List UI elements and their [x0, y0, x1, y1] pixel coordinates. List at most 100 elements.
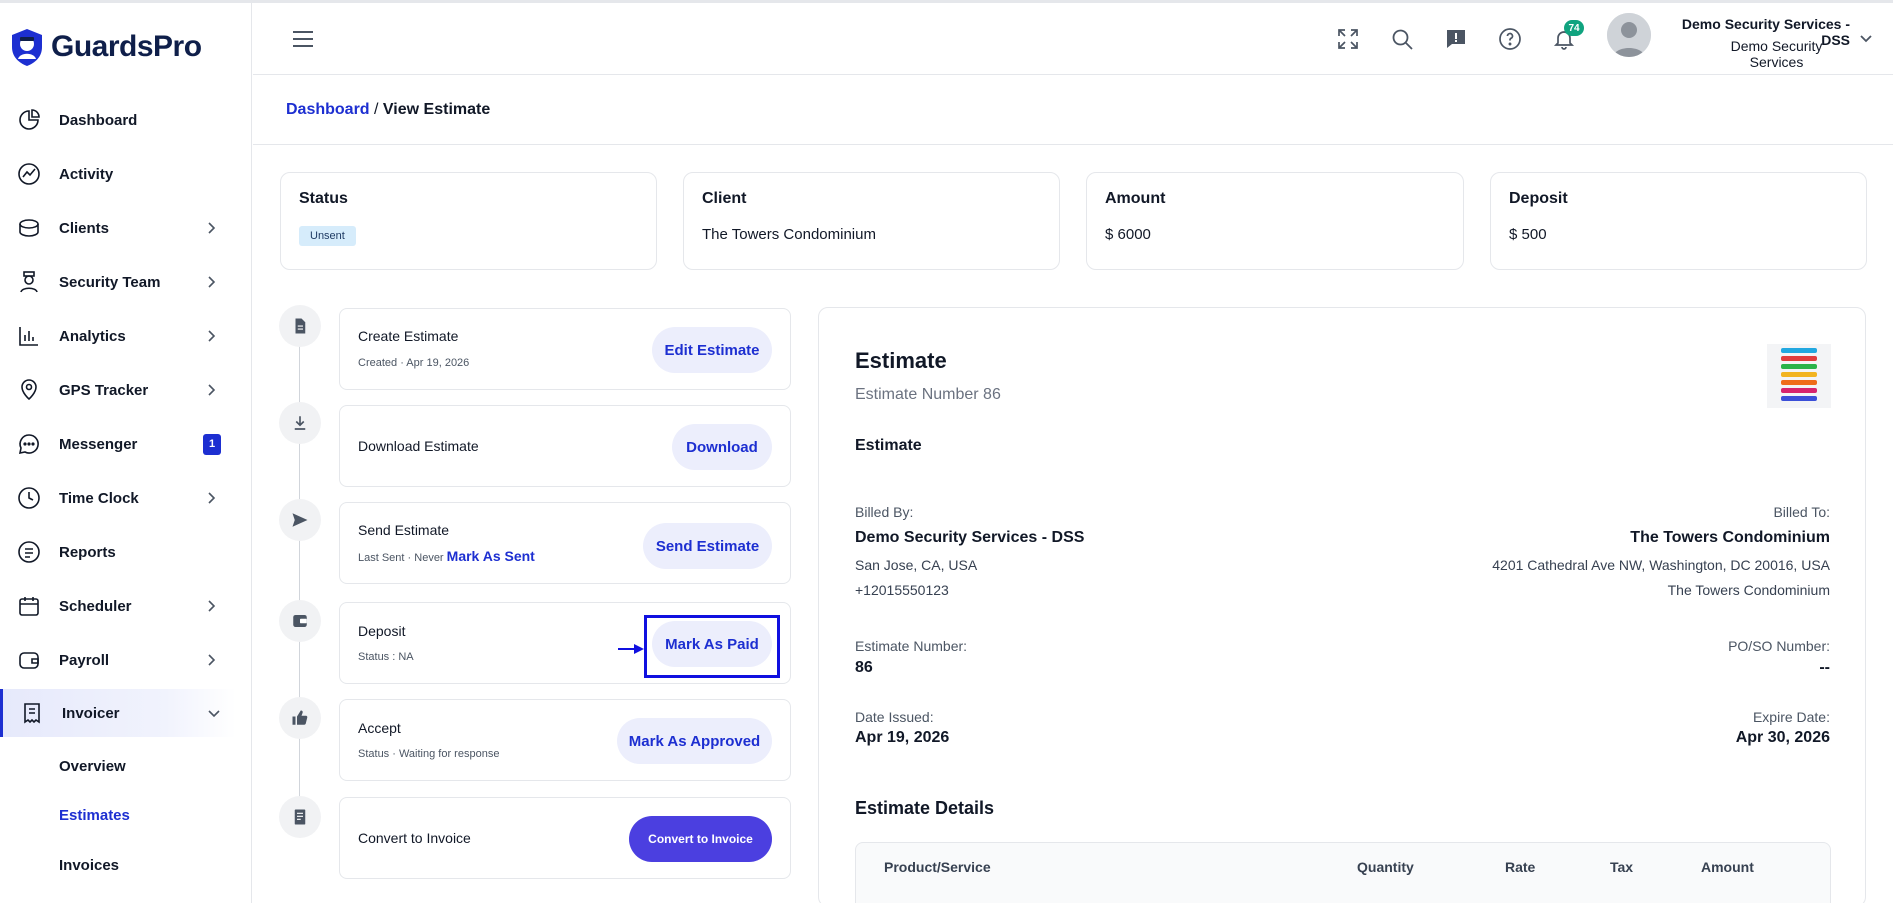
- send-estimate-button[interactable]: Send Estimate: [643, 523, 772, 569]
- chevron-right-icon: [208, 654, 216, 666]
- sidebar-item-label: Scheduler: [59, 597, 132, 615]
- step-create-estimate: Create Estimate Created · Apr 19, 2026 E…: [339, 308, 791, 390]
- billed-by-address: San Jose, CA, USA: [855, 557, 978, 573]
- card-title: Status: [299, 190, 348, 207]
- sidebar-item-reports[interactable]: Reports: [0, 530, 236, 574]
- breadcrumb: Dashboard / View Estimate: [286, 101, 490, 119]
- step-subtitle: Status : NA: [358, 651, 414, 663]
- chevron-right-icon: [208, 222, 216, 234]
- location-pin-icon: [16, 377, 42, 403]
- activity-icon: [16, 161, 42, 187]
- billed-to-label: Billed To:: [1773, 504, 1830, 520]
- step-send-estimate: Send Estimate Last Sent · Never Mark As …: [339, 502, 791, 584]
- sidebar-item-activity[interactable]: Activity: [0, 152, 236, 196]
- notification-count-badge: 74: [1564, 20, 1584, 36]
- arrow-right-icon: [618, 644, 644, 654]
- chevron-right-icon: [208, 492, 216, 504]
- billed-to-extra: The Towers Condominium: [1667, 582, 1830, 598]
- billed-by-name: Demo Security Services - DSS: [855, 529, 1085, 546]
- sidebar-item-label: Activity: [59, 165, 114, 183]
- step-download-estimate: Download Estimate Download: [339, 405, 791, 487]
- clock-icon: [16, 485, 42, 511]
- sidebar-item-messenger[interactable]: Messenger 1: [0, 422, 236, 466]
- table-header: Tax: [1610, 859, 1634, 875]
- sidebar-item-gps-tracker[interactable]: GPS Tracker: [0, 368, 236, 412]
- sidebar-item-label: Security Team: [59, 273, 161, 291]
- table-header: Quantity: [1357, 859, 1414, 875]
- feedback-icon[interactable]: [1442, 25, 1470, 53]
- sidebar-item-clients[interactable]: Clients: [0, 206, 236, 250]
- pie-chart-icon: [16, 107, 42, 133]
- send-icon: [279, 499, 321, 541]
- messenger-unread-badge: 1: [203, 433, 221, 455]
- estimate-details-table: Product/Service Quantity Rate Tax Amount: [855, 842, 1831, 903]
- status-badge: Unsent: [299, 226, 356, 246]
- calendar-icon: [16, 593, 42, 619]
- brand-logo[interactable]: GuardsPro: [9, 27, 202, 67]
- sidebar-item-payroll[interactable]: Payroll: [0, 638, 236, 682]
- step-subtitle: Last Sent · Never Mark As Sent: [358, 548, 535, 564]
- card-title: Client: [702, 190, 747, 207]
- sidebar-subitem-overview[interactable]: Overview: [59, 758, 126, 775]
- chevron-right-icon: [208, 330, 216, 342]
- estimate-number-value: 86: [855, 659, 873, 676]
- estimate-details-title: Estimate Details: [855, 798, 995, 818]
- report-icon: [16, 539, 42, 565]
- amount-card: Amount $ 6000: [1086, 172, 1464, 270]
- edit-estimate-button[interactable]: Edit Estimate: [652, 327, 772, 373]
- download-button[interactable]: Download: [672, 424, 772, 470]
- help-icon[interactable]: [1496, 25, 1524, 53]
- sidebar-item-label: Analytics: [59, 327, 126, 345]
- top-header: 74 Demo Security Services - DSS Demo Sec…: [253, 3, 1893, 75]
- sidebar-item-invoicer[interactable]: Invoicer: [0, 689, 236, 737]
- mark-as-sent-link[interactable]: Mark As Sent: [447, 548, 535, 564]
- breadcrumb-current: View Estimate: [382, 101, 491, 118]
- billed-to-address: 4201 Cathedral Ave NW, Washington, DC 20…: [1492, 557, 1830, 573]
- client-value: The Towers Condominium: [702, 226, 876, 243]
- table-header: Amount: [1701, 859, 1754, 875]
- deposit-card: Deposit $ 500: [1490, 172, 1867, 270]
- amount-value: $ 6000: [1105, 226, 1151, 243]
- sidebar-item-label: GPS Tracker: [59, 381, 149, 399]
- avatar[interactable]: [1607, 13, 1651, 57]
- billed-by-label: Billed By:: [855, 504, 914, 520]
- search-icon[interactable]: [1388, 25, 1416, 53]
- bar-chart-icon: [16, 323, 42, 349]
- step-subtitle: Created · Apr 19, 2026: [358, 357, 470, 369]
- briefcase-icon: [16, 215, 42, 241]
- wallet-icon: [279, 600, 321, 642]
- invoice-icon: [279, 796, 321, 838]
- invoice-icon: [19, 700, 45, 726]
- sidebar-item-label: Dashboard: [59, 111, 138, 129]
- convert-to-invoice-button[interactable]: Convert to Invoice: [629, 816, 772, 862]
- sidebar-item-time-clock[interactable]: Time Clock: [0, 476, 236, 520]
- last-sent-text: Last Sent · Never: [358, 552, 444, 564]
- step-title: Convert to Invoice: [358, 830, 471, 846]
- hamburger-menu-icon[interactable]: [292, 30, 314, 48]
- chevron-down-icon[interactable]: [1859, 31, 1873, 45]
- estimate-subtitle: Estimate: [855, 437, 922, 454]
- sidebar-subitem-estimates[interactable]: Estimates: [59, 807, 130, 824]
- po-number-value: --: [1819, 659, 1830, 676]
- sidebar-subitem-invoices[interactable]: Invoices: [59, 857, 119, 874]
- sidebar-item-analytics[interactable]: Analytics: [0, 314, 236, 358]
- sidebar-item-dashboard[interactable]: Dashboard: [0, 98, 236, 142]
- sidebar-item-scheduler[interactable]: Scheduler: [0, 584, 236, 628]
- date-issued-value: Apr 19, 2026: [855, 729, 950, 746]
- sidebar-item-label: Clients: [59, 219, 110, 237]
- sidebar-item-label: Invoicer: [62, 704, 120, 722]
- highlight-box: [644, 615, 780, 678]
- fullscreen-icon[interactable]: [1334, 25, 1362, 53]
- billed-by-phone: +12015550123: [855, 582, 949, 598]
- sidebar: GuardsPro Dashboard Activity Clients Sec…: [0, 3, 252, 903]
- estimate-title: Estimate: [855, 348, 947, 373]
- chat-icon: [16, 431, 42, 457]
- expire-date-value: Apr 30, 2026: [1735, 729, 1830, 746]
- wallet-icon: [16, 647, 42, 673]
- sidebar-item-security-team[interactable]: Security Team: [0, 260, 236, 304]
- card-title: Deposit: [1509, 190, 1568, 207]
- mark-as-approved-button[interactable]: Mark As Approved: [617, 718, 772, 764]
- date-issued-label: Date Issued:: [855, 709, 934, 725]
- estimate-panel: Estimate Estimate Number 86 Estimate Bil…: [818, 307, 1866, 903]
- breadcrumb-dashboard-link[interactable]: Dashboard: [286, 101, 370, 118]
